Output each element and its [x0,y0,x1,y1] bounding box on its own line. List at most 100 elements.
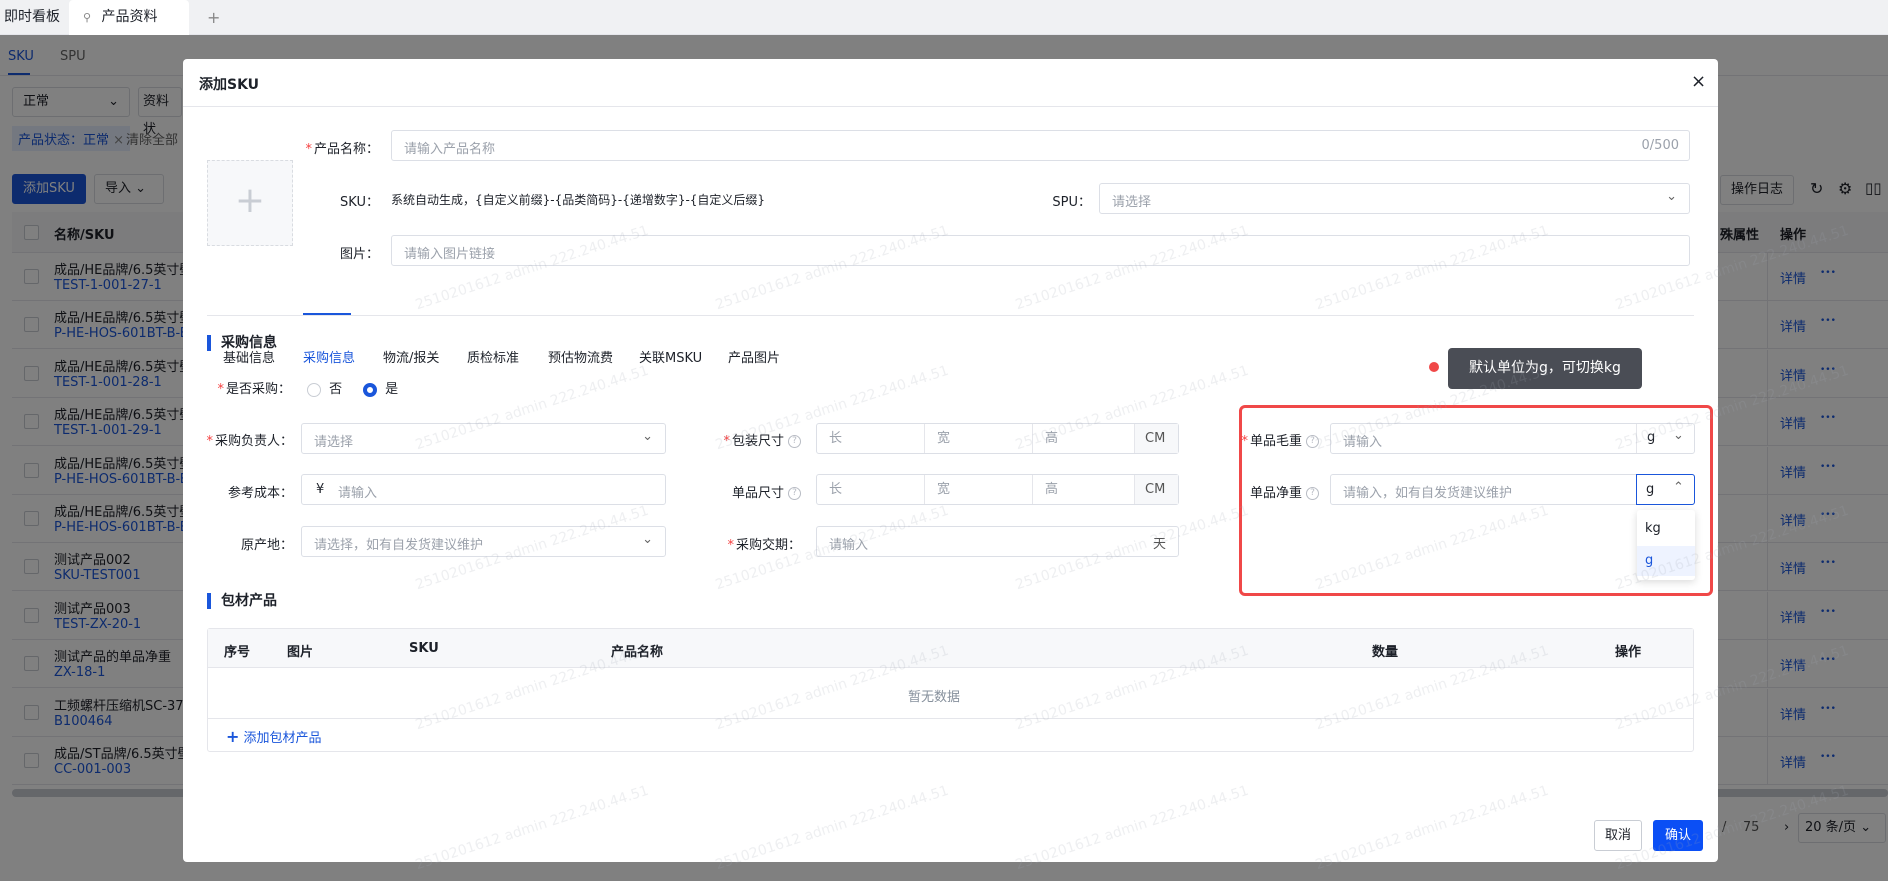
detail-link[interactable]: 详情 [1780,268,1806,287]
detail-link[interactable]: 详情 [1780,413,1806,432]
gross-unit-select[interactable]: g ⌄ [1636,424,1694,453]
detail-link[interactable]: 详情 [1780,607,1806,626]
add-packaging-button[interactable]: + 添加包材产品 [226,727,322,746]
help-icon[interactable]: ? [1306,435,1319,448]
chevron-down-icon: ⌄ [642,532,653,547]
pack-size-input[interactable]: 长 宽 高 CM [816,423,1179,454]
row-sku[interactable]: TEST-1-001-28-1 [54,375,162,390]
next-page-icon[interactable]: › [1784,820,1789,835]
pack-height-input[interactable]: 高 [1033,424,1135,453]
confirm-button[interactable]: 确认 [1653,820,1703,851]
clear-all-link[interactable]: 清除全部 [126,129,178,148]
detail-link[interactable]: 详情 [1780,510,1806,529]
buyer-select[interactable]: 请选择 ⌄ [301,423,666,454]
detail-link[interactable]: 详情 [1780,365,1806,384]
select-all-checkbox[interactable] [24,225,39,240]
add-tab-button[interactable]: + [207,0,220,35]
product-name-input[interactable]: 请输入产品名称 0/500 [391,130,1690,161]
help-icon[interactable]: ? [788,435,801,448]
row-sku[interactable]: ZX-18-1 [54,665,105,680]
spu-select[interactable]: 请选择 ⌄ [1099,183,1690,214]
lead-time-input[interactable]: 请输入天 [816,526,1179,557]
row-checkbox[interactable] [24,462,39,478]
detail-link[interactable]: 详情 [1780,316,1806,335]
net-weight-input[interactable]: 请输入，如有自发货建议维护 g ⌃ [1330,474,1695,505]
tab-sku[interactable]: SKU [8,49,34,64]
image-url-input[interactable]: 请输入图片链接 [391,235,1690,266]
more-icon[interactable]: ••• [1820,316,1836,326]
unit-size-input[interactable]: 长 宽 高 CM [816,474,1179,505]
row-sku[interactable]: CC-001-003 [54,762,131,777]
pack-length-input[interactable]: 长 [817,424,925,453]
operation-log-button[interactable]: 操作日志 [1720,175,1795,205]
page-size-select[interactable]: 20 条/页 ⌄ [1798,813,1886,843]
tab-product[interactable]: ⚲ 产品资料 [69,0,189,35]
more-icon[interactable]: ••• [1820,655,1836,665]
cancel-button[interactable]: 取消 [1594,820,1642,851]
more-icon[interactable]: ••• [1820,462,1836,472]
more-icon[interactable]: ••• [1820,510,1836,520]
row-checkbox[interactable] [24,414,39,430]
unit-option-g[interactable]: g [1637,546,1695,576]
origin-select[interactable]: 请选择，如有自发货建议维护 ⌄ [301,526,666,557]
add-sku-button[interactable]: 添加SKU [12,174,86,204]
refresh-icon[interactable]: ↻ [1810,179,1823,198]
row-checkbox[interactable] [24,511,39,526]
row-sku[interactable]: TEST-1-001-29-1 [54,423,162,438]
status-select-2[interactable]: 资料状 [138,87,182,137]
filter-chip[interactable]: 产品状态：正常 × [12,126,131,151]
more-icon[interactable]: ••• [1820,268,1836,278]
close-icon[interactable]: × [1691,71,1706,92]
unit-option-kg[interactable]: kg [1637,514,1695,544]
cost-input[interactable]: ¥ 请输入 [301,474,666,505]
tab-1[interactable]: 采购信息 [303,347,355,366]
tab-4[interactable]: 预估物流费 [548,347,613,366]
divider [1767,737,1768,785]
row-checkbox[interactable] [24,607,39,623]
status-select[interactable]: 正常 ⌄ [12,87,130,117]
help-icon[interactable]: ? [788,487,801,500]
row-checkbox[interactable] [24,704,39,720]
more-icon[interactable]: ••• [1820,558,1836,568]
row-sku[interactable]: TEST-1-001-27-1 [54,278,162,293]
more-icon[interactable]: ••• [1820,365,1836,375]
row-sku[interactable]: B100464 [54,714,113,729]
radio-no[interactable]: 否 [307,378,342,397]
detail-link[interactable]: 详情 [1780,558,1806,577]
row-checkbox[interactable] [24,656,39,672]
gear-icon[interactable]: ⚙ [1838,179,1852,198]
tab-6[interactable]: 产品图片 [728,347,780,366]
tab-spu[interactable]: SPU [60,49,86,64]
help-icon[interactable]: ? [1306,487,1319,500]
tab-5[interactable]: 关联MSKU [639,347,702,366]
row-checkbox[interactable] [24,317,39,333]
unit-width-input[interactable]: 宽 [925,475,1033,504]
pack-width-input[interactable]: 宽 [925,424,1033,453]
detail-link[interactable]: 详情 [1780,752,1806,771]
detail-link[interactable]: 详情 [1780,462,1806,481]
detail-link[interactable]: 详情 [1780,655,1806,674]
book-icon[interactable]: ▯▯ [1865,179,1882,197]
radio-yes[interactable]: 是 [363,378,398,397]
row-sku[interactable]: SKU-TEST001 [54,568,141,583]
more-icon[interactable]: ••• [1820,752,1836,762]
row-sku[interactable]: TEST-ZX-20-1 [54,617,141,632]
row-checkbox[interactable] [24,269,39,284]
tab-dashboard[interactable]: 即时看板 [4,0,60,35]
net-unit-select[interactable]: g ⌃ [1636,474,1695,505]
unit-height-input[interactable]: 高 [1033,475,1135,504]
unit-length-input[interactable]: 长 [817,475,925,504]
close-icon[interactable]: × [113,133,124,148]
more-icon[interactable]: ••• [1820,413,1836,423]
row-checkbox[interactable] [24,559,39,575]
row-checkbox[interactable] [24,365,39,381]
gross-weight-input[interactable]: 请输入 g ⌄ [1330,423,1695,454]
more-icon[interactable]: ••• [1820,607,1836,617]
import-button[interactable]: 导入 ⌄ [94,174,164,204]
divider [1767,349,1768,398]
detail-link[interactable]: 详情 [1780,704,1806,723]
more-icon[interactable]: ••• [1820,704,1836,714]
tab-2[interactable]: 物流/报关 [383,347,439,366]
tab-3[interactable]: 质检标准 [467,347,519,366]
row-checkbox[interactable] [24,753,39,768]
